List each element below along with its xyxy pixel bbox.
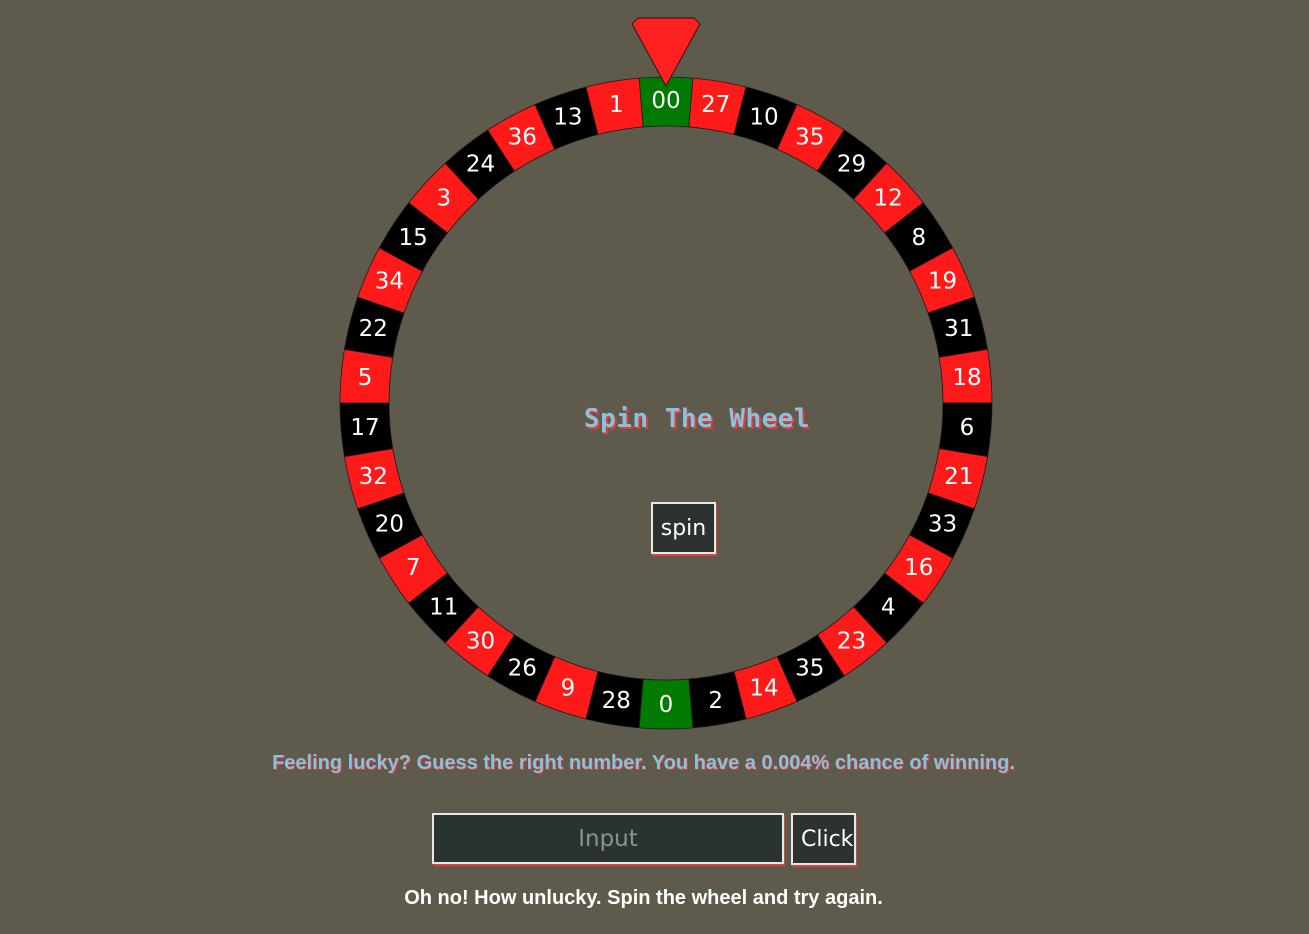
result-message: Oh no! How unlucky. Spin the wheel and t… [404,887,883,909]
wheel-number: 15 [399,225,428,251]
wheel-number: 33 [928,511,957,537]
wheel-number: 6 [960,415,975,441]
wheel-number: 5 [358,365,373,391]
guess-input[interactable] [432,813,784,864]
page-title: Spin The Wheel [583,404,811,434]
wheel-number: 27 [701,92,730,118]
wheel-number: 16 [904,555,933,581]
wheel-number: 36 [508,124,537,150]
wheel-number: 23 [837,628,866,654]
wheel-number: 24 [466,152,495,178]
wheel-number: 18 [952,365,981,391]
wheel-number: 8 [912,225,927,251]
wheel-number: 2 [708,688,723,714]
wheel-number: 10 [749,104,778,130]
spin-button[interactable]: spin [651,502,716,554]
wheel-number: 29 [837,152,866,178]
wheel-number: 4 [881,595,896,621]
wheel-number: 3 [436,185,451,211]
wheel-number: 19 [928,269,957,295]
wheel-number: 26 [508,656,537,682]
wheel-number: 22 [359,316,388,342]
wheel-number: 14 [749,676,778,702]
wheel-number: 32 [359,464,388,490]
wheel-number: 1 [609,92,624,118]
wheel-number: 28 [602,688,631,714]
wheel-number: 13 [553,104,582,130]
wheel-number: 9 [561,676,576,702]
wheel-number: 0 [659,692,674,718]
wheel-number: 21 [944,464,973,490]
submit-guess-button[interactable]: Click [791,813,856,865]
wheel-number: 30 [466,628,495,654]
wheel-number: 34 [375,269,404,295]
wheel-number: 11 [429,595,458,621]
wheel-number: 7 [406,555,421,581]
wheel-number: 12 [874,185,903,211]
roulette-wheel: 00 27 103529128193118621331642335142028926… [339,17,993,730]
wheel-number: 35 [795,124,824,150]
wheel-number: 17 [350,415,379,441]
page: 00 27 10 35 29 12 8 19 31 18 6 21 33 16 4 23 35 14 2 0 28 9 26… [0,0,1309,934]
wheel-number: 00 [651,88,680,114]
wheel-number: 20 [375,511,404,537]
wheel-pointer-icon [631,17,701,87]
wheel-segments: 00 27 103529128193118621331642335142028926… [339,76,993,730]
wheel-number: 31 [944,316,973,342]
odds-message: Feeling lucky? Guess the right number. Y… [272,752,1015,774]
wheel-number: 35 [795,656,824,682]
